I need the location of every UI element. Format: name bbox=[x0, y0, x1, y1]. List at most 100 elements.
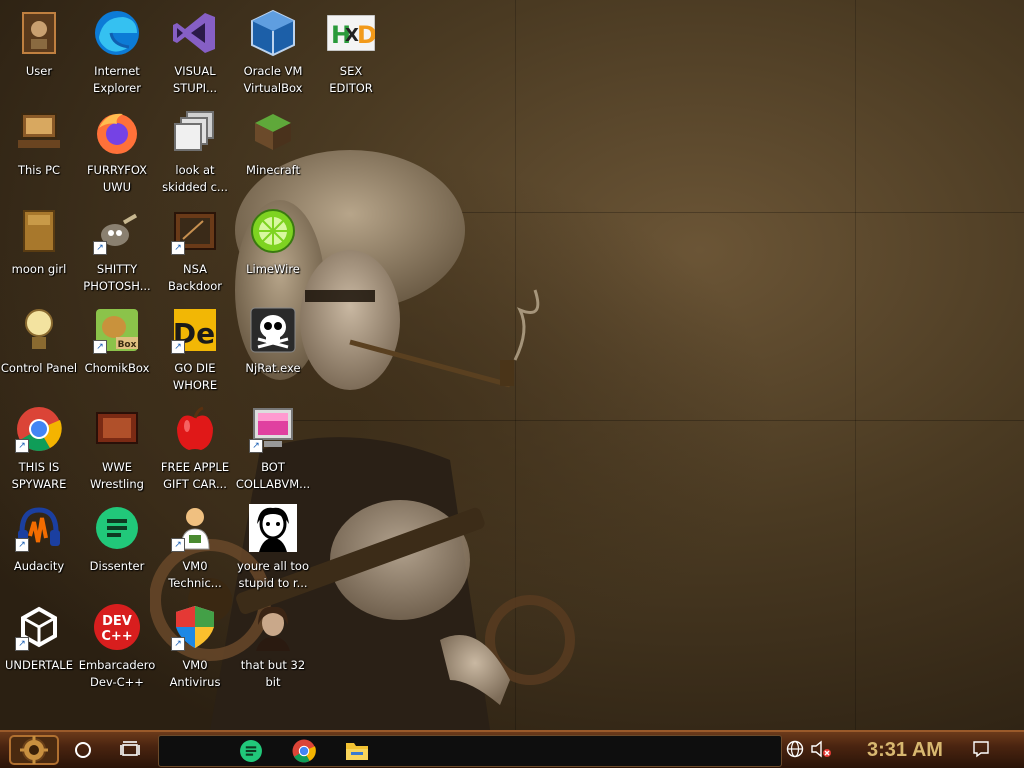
shortcut-arrow-icon: ↗ bbox=[93, 340, 107, 354]
desktop-icon-internet-explorer[interactable]: Internet Explorer bbox=[78, 5, 156, 100]
limewire-icon bbox=[249, 207, 297, 255]
start-button[interactable] bbox=[6, 734, 62, 766]
desktop-icon-dissenter[interactable]: Dissenter bbox=[78, 500, 156, 595]
taskbar-app-file-explorer[interactable] bbox=[342, 738, 372, 764]
svg-text:Box: Box bbox=[118, 340, 137, 350]
steampunk-gear-icon bbox=[9, 735, 59, 765]
desktop-icon-undertale[interactable]: ↗ UNDERTALE bbox=[0, 599, 78, 694]
desktop-icon-label: youre all too stupid to r... bbox=[236, 559, 309, 590]
desktop-icon-label: VM0 Antivirus bbox=[169, 658, 221, 689]
desktop-icon-furryfox[interactable]: FURRYFOX UWU bbox=[78, 104, 156, 199]
desktop-icon-go-die[interactable]: De ↗ GO DIE WHORE bbox=[156, 302, 234, 397]
user-folder-icon bbox=[15, 9, 63, 57]
svg-text:DEV: DEV bbox=[102, 614, 132, 629]
desktop-icon-label: Embarcadero Dev-C++ bbox=[78, 658, 156, 689]
tv-icon bbox=[93, 405, 141, 453]
dissenter-icon bbox=[93, 504, 141, 552]
shortcut-arrow-icon: ↗ bbox=[171, 637, 185, 651]
shortcut-arrow-icon: ↗ bbox=[249, 439, 263, 453]
desktop-icon-label: SHITTY PHOTOSH... bbox=[83, 262, 151, 293]
desktop-icon-label: VISUAL STUPI... bbox=[172, 64, 218, 95]
desktop-icon-oracle-virtualbox[interactable]: Oracle VM VirtualBox bbox=[234, 5, 312, 100]
desktop-icon-control-panel[interactable]: Control Panel bbox=[0, 302, 78, 397]
desktop-icon-label: ChomikBox bbox=[84, 361, 150, 375]
desktop-icon-label: that but 32 bit bbox=[240, 658, 306, 689]
desktop-icon-free-apple-gift-card[interactable]: FREE APPLE GIFT CAR... bbox=[156, 401, 234, 496]
circle-icon bbox=[75, 742, 91, 758]
folder-icon bbox=[15, 207, 63, 255]
desktop-icon-label: LimeWire bbox=[246, 262, 300, 276]
edge-icon bbox=[93, 9, 141, 57]
notification-icon bbox=[973, 741, 989, 758]
cortana-search-button[interactable] bbox=[70, 737, 96, 763]
network-button[interactable] bbox=[786, 740, 806, 760]
desktop-icon-label: GO DIE WHORE bbox=[172, 361, 218, 392]
shortcut-arrow-icon: ↗ bbox=[171, 538, 185, 552]
volume-button[interactable] bbox=[810, 740, 832, 760]
desktop-icon-that-but-32-bit[interactable]: that but 32 bit bbox=[234, 599, 312, 694]
desktop-icon-nsa-backdoor[interactable]: ↗ NSA Backdoor bbox=[156, 203, 234, 298]
desktop-icon-this-is-spyware[interactable]: ↗ THIS IS SPYWARE bbox=[0, 401, 78, 496]
desktop-icon-label: Audacity bbox=[13, 559, 65, 573]
shortcut-arrow-icon: ↗ bbox=[15, 637, 29, 651]
desktop-icon-wwe-wrestling[interactable]: WWE Wrestling bbox=[78, 401, 156, 496]
shortcut-arrow-icon: ↗ bbox=[93, 241, 107, 255]
lightbulb-icon bbox=[15, 306, 63, 354]
desktop-icon-vm0-technician[interactable]: ↗ VM0 Technic... bbox=[156, 500, 234, 595]
portrait-icon bbox=[249, 504, 297, 552]
desktop-icon-shitty-photoshop[interactable]: ↗ SHITTY PHOTOSH... bbox=[78, 203, 156, 298]
apple-icon bbox=[171, 405, 219, 453]
desktop-icon-label: NjRat.exe bbox=[245, 361, 301, 375]
desktop-icon-bot-collabvm[interactable]: ↗ BOT COLLABVM... bbox=[234, 401, 312, 496]
desktop-icon-sex-editor[interactable]: HXD SEX EDITOR bbox=[312, 5, 390, 100]
desktop-icon-youre-all-too-stupid[interactable]: youre all too stupid to r... bbox=[234, 500, 312, 595]
desktop-icon-user[interactable]: User bbox=[0, 5, 78, 100]
portrait-icon bbox=[249, 603, 297, 651]
shortcut-arrow-icon: ↗ bbox=[15, 538, 29, 552]
hxd-icon: HXD bbox=[327, 9, 375, 57]
task-view-icon bbox=[120, 741, 140, 756]
desktop-icon-label: NSA Backdoor bbox=[167, 262, 223, 293]
desktop-icon-audacity[interactable]: ↗ Audacity bbox=[0, 500, 78, 595]
virtualbox-icon bbox=[249, 9, 297, 57]
visual-studio-icon bbox=[171, 9, 219, 57]
desktop-icon-dev-cpp[interactable]: DEV C++ Embarcadero Dev-C++ bbox=[78, 599, 156, 694]
skull-icon bbox=[249, 306, 297, 354]
desktop-icon-visual-studio[interactable]: VISUAL STUPI... bbox=[156, 5, 234, 100]
system-tray: 3:31 AM bbox=[784, 735, 1020, 765]
de-icon: De ↗ bbox=[171, 306, 219, 354]
desktop-icon-moon-girl[interactable]: moon girl bbox=[0, 203, 78, 298]
desktop-icon-label: SEX EDITOR bbox=[329, 64, 373, 95]
desktop-icon-njrat[interactable]: NjRat.exe bbox=[234, 302, 312, 397]
wallpaper-gridline bbox=[855, 0, 856, 730]
desktop-icon-this-pc[interactable]: This PC bbox=[0, 104, 78, 199]
desktop[interactable]: User This PC moon girl Control Panel ↗ T… bbox=[0, 0, 1024, 730]
taskbar: 3:31 AM bbox=[0, 730, 1024, 768]
desktop-icon-label: VM0 Technic... bbox=[168, 559, 222, 590]
taskbar-app-dissenter[interactable] bbox=[236, 738, 266, 764]
devcpp-icon: DEV C++ bbox=[93, 603, 141, 651]
desktop-icon-label: THIS IS SPYWARE bbox=[11, 460, 67, 491]
desktop-icon-label: look at skidded c... bbox=[162, 163, 228, 194]
desktop-icon-label: User bbox=[25, 64, 53, 78]
taskbar-app-area bbox=[158, 735, 782, 767]
task-view-button[interactable] bbox=[116, 737, 144, 763]
picture-icon: ↗ bbox=[171, 207, 219, 255]
notification-button[interactable] bbox=[972, 740, 992, 760]
audacity-icon: ↗ bbox=[15, 504, 63, 552]
desktop-icon-chomikbox[interactable]: Box ↗ ChomikBox bbox=[78, 302, 156, 397]
desktop-icon-skidded-code[interactable]: look at skidded c... bbox=[156, 104, 234, 199]
desktop-icon-label: This PC bbox=[17, 163, 61, 177]
desktop-icon-label: UNDERTALE bbox=[5, 658, 73, 672]
desktop-icon-label: Minecraft bbox=[246, 163, 300, 177]
folder-icon bbox=[346, 743, 368, 760]
desktop-icon-limewire[interactable]: LimeWire bbox=[234, 203, 312, 298]
desktop-icon-minecraft[interactable]: Minecraft bbox=[234, 104, 312, 199]
taskbar-app-chrome[interactable] bbox=[289, 738, 319, 764]
desktop-icon-label: WWE Wrestling bbox=[90, 460, 144, 491]
computer-icon bbox=[15, 108, 63, 156]
desktop-icon-vm0-antivirus[interactable]: ↗ VM0 Antivirus bbox=[156, 599, 234, 694]
speaker-muted-icon bbox=[811, 740, 831, 758]
taskbar-clock[interactable]: 3:31 AM bbox=[850, 737, 960, 763]
desktop-icon-label: BOT COLLABVM... bbox=[235, 460, 311, 491]
